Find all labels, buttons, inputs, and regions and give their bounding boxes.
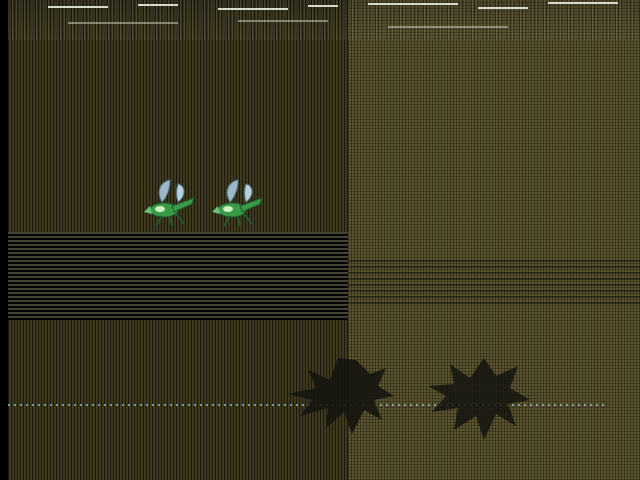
shadow-creature-1 bbox=[288, 358, 394, 434]
winged-creature-1 bbox=[144, 179, 195, 227]
winged-bug-icon bbox=[212, 179, 263, 227]
shadow-silhouette-icon bbox=[288, 358, 394, 434]
winged-creature-2 bbox=[212, 179, 263, 227]
floor-band-extension bbox=[348, 256, 640, 304]
game-screen bbox=[0, 0, 640, 480]
top-noise-strip bbox=[8, 0, 640, 40]
shadow-creature-2 bbox=[428, 358, 530, 440]
shadow-silhouette-icon bbox=[428, 358, 530, 440]
winged-bug-icon bbox=[144, 179, 195, 227]
floor-band bbox=[8, 232, 348, 320]
